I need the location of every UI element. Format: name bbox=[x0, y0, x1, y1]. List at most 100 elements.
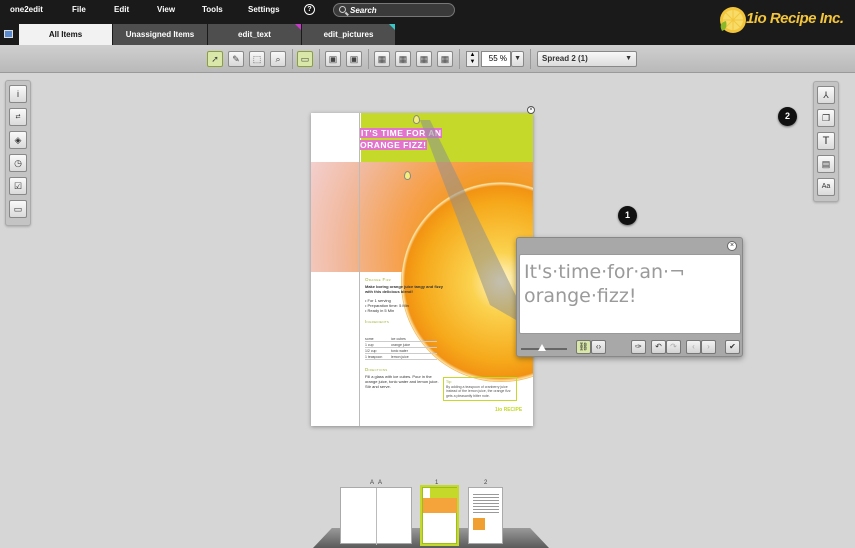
zoom-tool-icon[interactable]: ⌕ bbox=[270, 51, 286, 67]
view-mode-1-icon[interactable]: ▣ bbox=[325, 51, 341, 67]
spread-dropdown[interactable]: Spread 2 (1) ▼ bbox=[537, 51, 637, 67]
layout-2-icon[interactable]: ▦ bbox=[395, 51, 411, 67]
menu-edit[interactable]: Edit bbox=[114, 5, 129, 14]
pages-icon[interactable]: ❐ bbox=[817, 109, 835, 127]
menu-tools[interactable]: Tools bbox=[202, 5, 223, 14]
orange-slice-logo-icon bbox=[720, 7, 746, 33]
tip-box[interactable]: Tip: By adding a teaspoon of cranberry j… bbox=[443, 377, 517, 401]
layout-3-icon[interactable]: ▦ bbox=[416, 51, 432, 67]
undo-icon[interactable]: ↶ bbox=[651, 340, 666, 354]
history-icon[interactable]: ◷ bbox=[9, 154, 27, 172]
home-icon[interactable] bbox=[4, 30, 13, 38]
tab-edit-text[interactable]: edit_text bbox=[208, 24, 301, 45]
page-number: 2 bbox=[484, 480, 488, 486]
search-input[interactable]: Search bbox=[333, 3, 455, 17]
tab-marker bbox=[389, 24, 395, 30]
logo-text: 1io Recipe Inc. bbox=[746, 10, 844, 27]
tab-edit-pictures[interactable]: edit_pictures bbox=[302, 24, 395, 45]
thumb-headline bbox=[430, 488, 457, 498]
tab-marker bbox=[295, 24, 301, 30]
ingredient-name: lemon juice bbox=[391, 355, 409, 359]
image-frame-pin-icon[interactable] bbox=[404, 171, 411, 180]
ingredient-qty: 1 teaspoon bbox=[365, 355, 383, 359]
preview-icon[interactable]: ▭ bbox=[297, 51, 313, 67]
page-thumbnail-2[interactable] bbox=[468, 487, 503, 544]
slider-handle[interactable] bbox=[538, 344, 546, 351]
zoom-field[interactable]: 55 % bbox=[481, 51, 511, 67]
toolbar-divider bbox=[292, 49, 293, 69]
tab-label: Unassigned Items bbox=[125, 30, 195, 39]
layout-1-icon[interactable]: ▦ bbox=[374, 51, 390, 67]
next-icon[interactable]: › bbox=[701, 340, 716, 354]
master-spread-thumbnail[interactable] bbox=[340, 487, 412, 545]
brand-logo: 1io Recipe Inc. bbox=[716, 3, 852, 39]
link-icon[interactable]: ⛓ bbox=[576, 340, 591, 354]
editor-line: orange·fizz! bbox=[524, 285, 637, 307]
layers-icon[interactable]: ◈ bbox=[9, 131, 27, 149]
page-thumbnail-1[interactable] bbox=[422, 487, 457, 544]
text-editor-popup: × It's·time·for·an·¬ orange·fizz! ⛓ ‹› ✑… bbox=[516, 237, 743, 357]
font-icon[interactable]: Aa bbox=[817, 178, 835, 196]
tab-label: edit_pictures bbox=[323, 30, 374, 39]
translate-icon[interactable]: ⇄ bbox=[9, 108, 27, 126]
step-badge-1: 1 bbox=[618, 206, 637, 225]
menu-settings[interactable]: Settings bbox=[248, 5, 280, 14]
directions-block[interactable]: Directions Fill a glass with ice cubes. … bbox=[365, 367, 439, 389]
redo-icon[interactable]: ↷ bbox=[666, 340, 681, 354]
menu-file[interactable]: File bbox=[72, 5, 86, 14]
text-icon[interactable]: T bbox=[817, 132, 835, 150]
left-palette: i ⇄ ◈ ◷ ☑ ▭ bbox=[5, 80, 31, 226]
toolbar: ➚ ✎ ⬚ ⌕ ▭ ▣ ▣ ▦ ▦ ▦ ▦ ▲ ▼ 55 % ▼ Spread 2… bbox=[0, 45, 855, 73]
code-icon[interactable]: ‹› bbox=[591, 340, 606, 354]
ingredients-table[interactable]: some ice cubes 1 cup orange juice 1/2 cup t… bbox=[365, 336, 437, 360]
confirm-check-icon[interactable]: ✔ bbox=[725, 340, 740, 354]
menu-view[interactable]: View bbox=[157, 5, 175, 14]
directions-title: Directions bbox=[365, 367, 388, 372]
master-page-label: A bbox=[378, 480, 383, 486]
table-icon[interactable]: ▤ bbox=[817, 155, 835, 173]
help-icon[interactable]: ? bbox=[304, 4, 315, 15]
close-icon[interactable]: × bbox=[727, 241, 737, 251]
right-palette: ⅄ ❐ T ▤ Aa bbox=[813, 81, 839, 202]
character-icon[interactable]: ⅄ bbox=[817, 86, 835, 104]
layout-4-icon[interactable]: ▦ bbox=[437, 51, 453, 67]
select-tool-icon[interactable]: ➚ bbox=[207, 51, 223, 67]
page-logo: 1io RECIPE bbox=[495, 407, 523, 413]
info-icon[interactable]: i bbox=[9, 85, 27, 103]
spread-fold bbox=[376, 488, 377, 545]
pen-tool-icon[interactable]: ✎ bbox=[228, 51, 244, 67]
thumb-text bbox=[473, 494, 499, 514]
checklist-icon[interactable]: ☑ bbox=[9, 177, 27, 195]
directions-text: Fill a glass with ice cubes. Pour in the… bbox=[365, 374, 439, 389]
ingredient-row: 1 teaspoon lemon juice bbox=[365, 354, 437, 360]
tab-all-items[interactable]: All Items bbox=[19, 24, 112, 45]
spread-label: Spread 2 (1) bbox=[542, 54, 588, 63]
tip-text: By adding a teaspoon of cranberry juice … bbox=[446, 384, 511, 398]
text-editor-field[interactable]: It's·time·for·an·¬ orange·fizz! bbox=[519, 254, 741, 334]
step-badge-2: 2 bbox=[778, 107, 797, 126]
previous-icon[interactable]: ‹ bbox=[686, 340, 701, 354]
tab-label: edit_text bbox=[238, 30, 271, 39]
zoom-dropdown[interactable]: ▼ bbox=[511, 51, 524, 67]
menu-app[interactable]: one2edit bbox=[10, 5, 43, 14]
column-guide bbox=[359, 113, 360, 426]
callout-connector bbox=[420, 120, 518, 320]
view-mode-2-icon[interactable]: ▣ bbox=[346, 51, 362, 67]
chevron-down-icon: ▼ bbox=[625, 55, 632, 62]
master-page-label: A bbox=[370, 480, 375, 486]
tab-unassigned-items[interactable]: Unassigned Items bbox=[113, 24, 207, 45]
page-number: 1 bbox=[435, 480, 439, 486]
text-frame-pin-icon[interactable] bbox=[413, 115, 420, 124]
editor-line: It's·time·for·an·¬ bbox=[524, 261, 685, 283]
zoom-stepper[interactable]: ▲ ▼ bbox=[466, 51, 479, 67]
chevron-down-icon: ▼ bbox=[514, 55, 521, 62]
thumb-image bbox=[473, 518, 485, 530]
comment-icon[interactable]: ▭ bbox=[9, 200, 27, 218]
frame-tool-icon[interactable]: ⬚ bbox=[249, 51, 265, 67]
toolbar-divider bbox=[530, 49, 531, 69]
close-icon[interactable]: × bbox=[527, 106, 535, 114]
search-placeholder: Search bbox=[350, 6, 377, 15]
eyedropper-icon[interactable]: ✑ bbox=[631, 340, 646, 354]
search-icon bbox=[339, 6, 346, 13]
toolbar-divider bbox=[459, 49, 460, 69]
